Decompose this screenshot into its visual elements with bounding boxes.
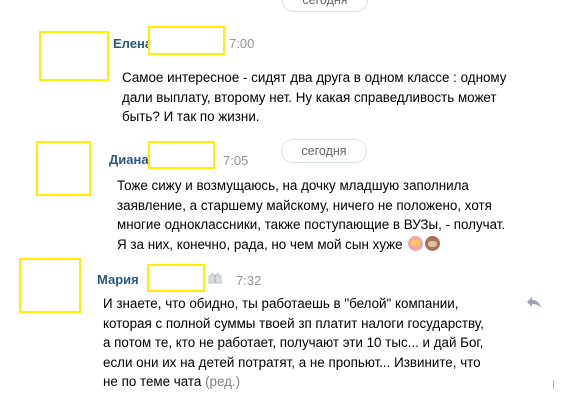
message-text: Самое интересное - сидят два друга в одн… xyxy=(122,68,506,127)
message-line: Я за них, конечно, рада, но чем мой сын … xyxy=(117,235,505,255)
message-line-text: не по теме чата xyxy=(103,374,202,389)
avatar-redacted xyxy=(39,31,109,81)
message-line: заявление, а старшему майскому, ничего н… xyxy=(117,197,492,213)
author-surname-redacted xyxy=(147,264,205,292)
message-time[interactable]: 7:05 xyxy=(223,153,248,168)
message-line: Тоже сижу и возмущаюсь, на дочку младшую… xyxy=(117,178,469,193)
see-no-evil-monkey-emoji xyxy=(425,235,441,251)
gift-icon[interactable] xyxy=(208,272,222,284)
avatar-redacted xyxy=(36,141,91,196)
message-text: Тоже сижу и возмущаюсь, на дочку младшую… xyxy=(117,176,505,254)
author-surname-redacted xyxy=(148,141,215,169)
scrollbar[interactable] xyxy=(553,380,554,389)
message-line: дали выплату, второму нет. Ну какая спра… xyxy=(122,89,497,105)
message-line: И знаете, что обидно, ты работаешь в "бе… xyxy=(103,296,459,311)
message-author[interactable]: Диана xyxy=(109,152,149,167)
person-tipping-hand-emoji xyxy=(408,235,424,251)
message-line: не по теме чата (ред.) xyxy=(103,372,484,392)
message-author[interactable]: Мария xyxy=(97,272,139,287)
message-time[interactable]: 7:32 xyxy=(236,273,261,288)
message-line: если они их на детей потратят, а не проп… xyxy=(103,354,481,370)
message-time[interactable]: 7:00 xyxy=(229,36,254,51)
date-separator: сегодня xyxy=(282,0,368,12)
message-line-text: Я за них, конечно, рада, но чем мой сын … xyxy=(117,236,403,252)
message-text: И знаете, что обидно, ты работаешь в "бе… xyxy=(103,294,484,392)
message-line: которая с полной суммы твоей зп платит н… xyxy=(103,315,484,331)
message-author[interactable]: Елена xyxy=(113,36,152,51)
message-line: быть? И так по жизни. xyxy=(122,109,260,124)
author-surname-redacted xyxy=(148,26,225,55)
avatar-redacted xyxy=(19,258,81,313)
message-line: Самое интересное - сидят два друга в одн… xyxy=(122,70,507,85)
message-line: многие одноклассники, также поступающие … xyxy=(117,217,506,232)
edited-label: (ред.) xyxy=(205,374,241,389)
message-line: а потом те, кто не работает, получают эт… xyxy=(103,335,484,350)
reply-icon[interactable] xyxy=(526,296,542,309)
date-separator: сегодня xyxy=(281,139,367,163)
